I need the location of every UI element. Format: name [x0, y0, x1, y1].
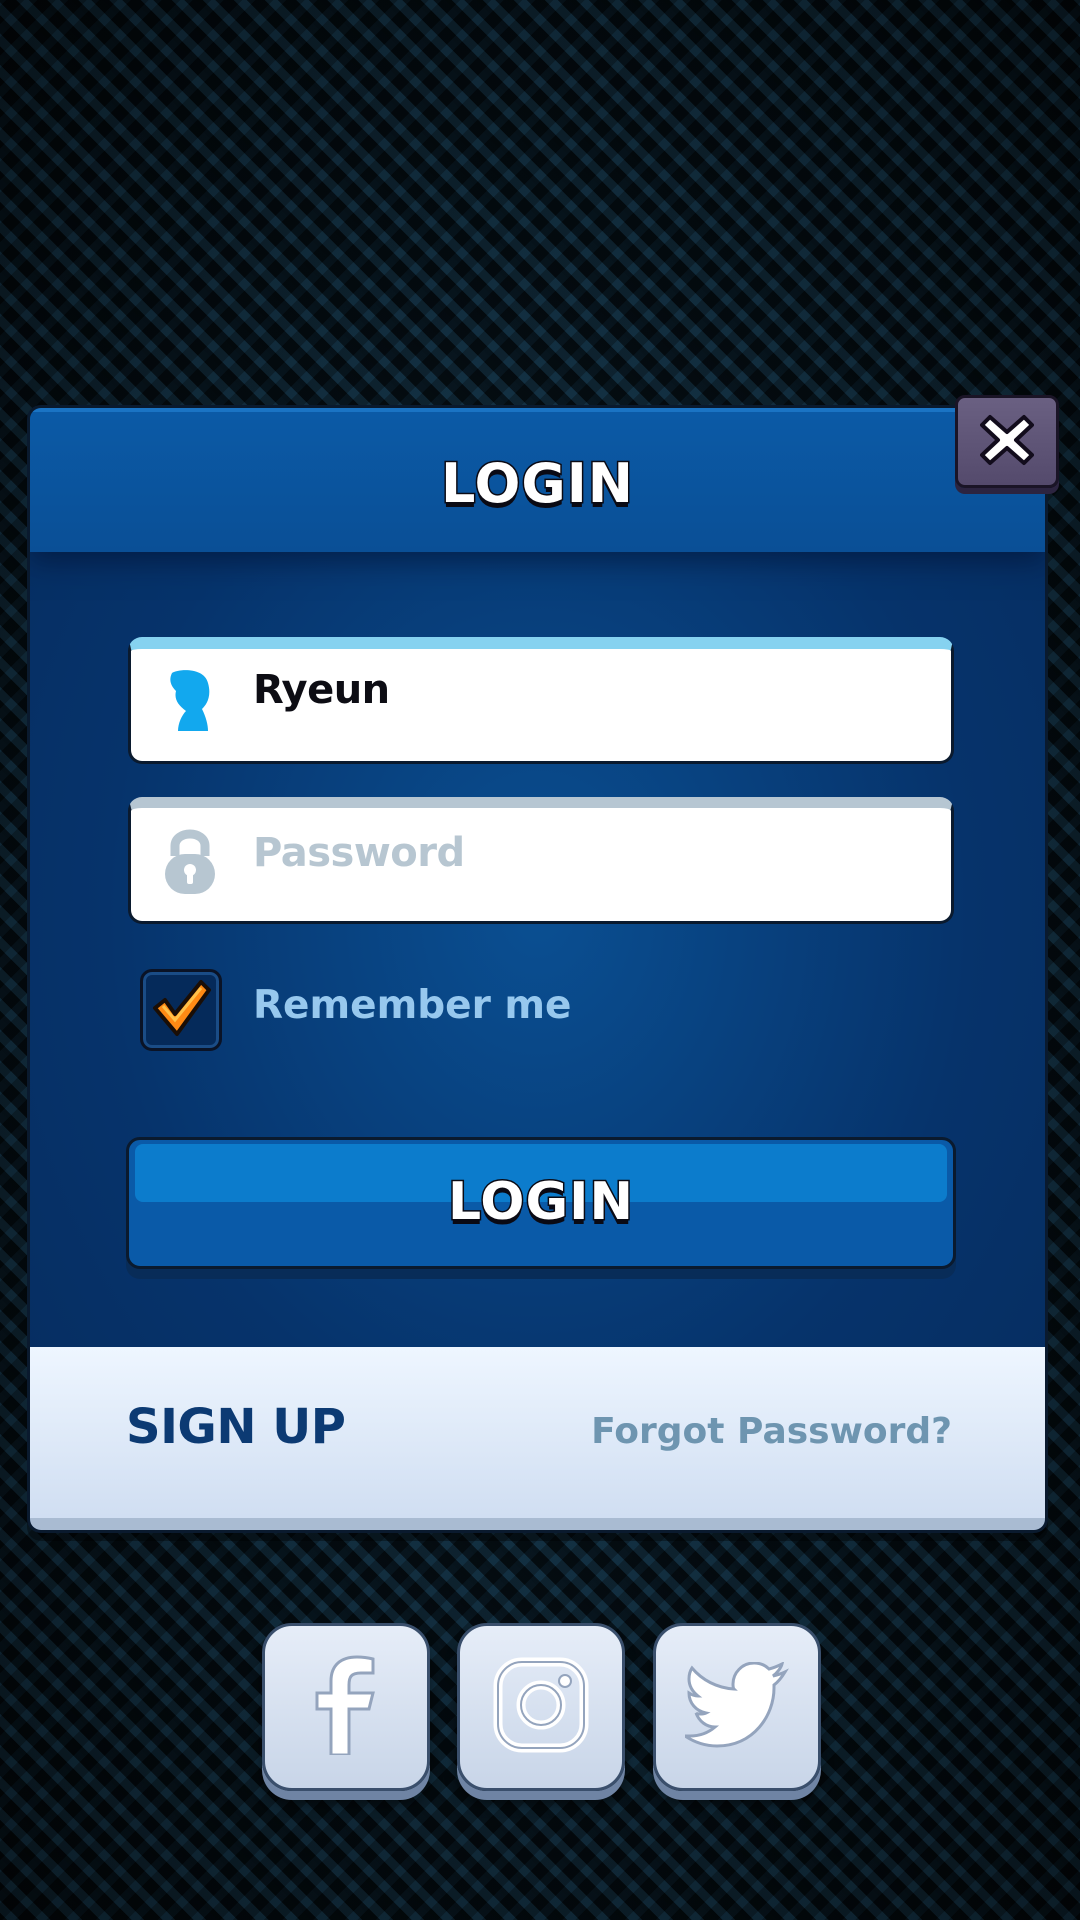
close-icon [980, 413, 1034, 471]
instagram-button[interactable] [457, 1623, 625, 1791]
user-icon [164, 669, 216, 737]
dialog-header: LOGIN [30, 408, 1045, 552]
password-field[interactable]: Password [128, 797, 954, 924]
lock-icon [163, 826, 217, 900]
close-button[interactable] [955, 395, 1059, 488]
facebook-button[interactable] [262, 1623, 430, 1791]
remember-label[interactable]: Remember me [253, 983, 571, 1028]
signup-link[interactable]: SIGN UP [126, 1399, 346, 1455]
login-button[interactable]: LOGIN [126, 1137, 956, 1269]
twitter-icon [680, 1661, 789, 1752]
checkmark-icon [149, 978, 213, 1042]
login-button-label: LOGIN [446, 1171, 635, 1234]
facebook-icon [311, 1655, 381, 1759]
remember-checkbox[interactable] [140, 969, 222, 1051]
dialog-title: LOGIN [440, 451, 635, 517]
instagram-icon [493, 1657, 589, 1757]
username-field[interactable]: Ryeun [128, 637, 954, 764]
password-placeholder: Password [253, 830, 465, 876]
username-value: Ryeun [253, 667, 390, 713]
twitter-button[interactable] [653, 1623, 821, 1791]
dialog-footer: SIGN UP Forgot Password? [30, 1347, 1045, 1530]
forgot-password-link[interactable]: Forgot Password? [591, 1411, 952, 1452]
login-dialog: LOGIN Ryeun Password Remember me LOGIN S… [27, 405, 1048, 1533]
